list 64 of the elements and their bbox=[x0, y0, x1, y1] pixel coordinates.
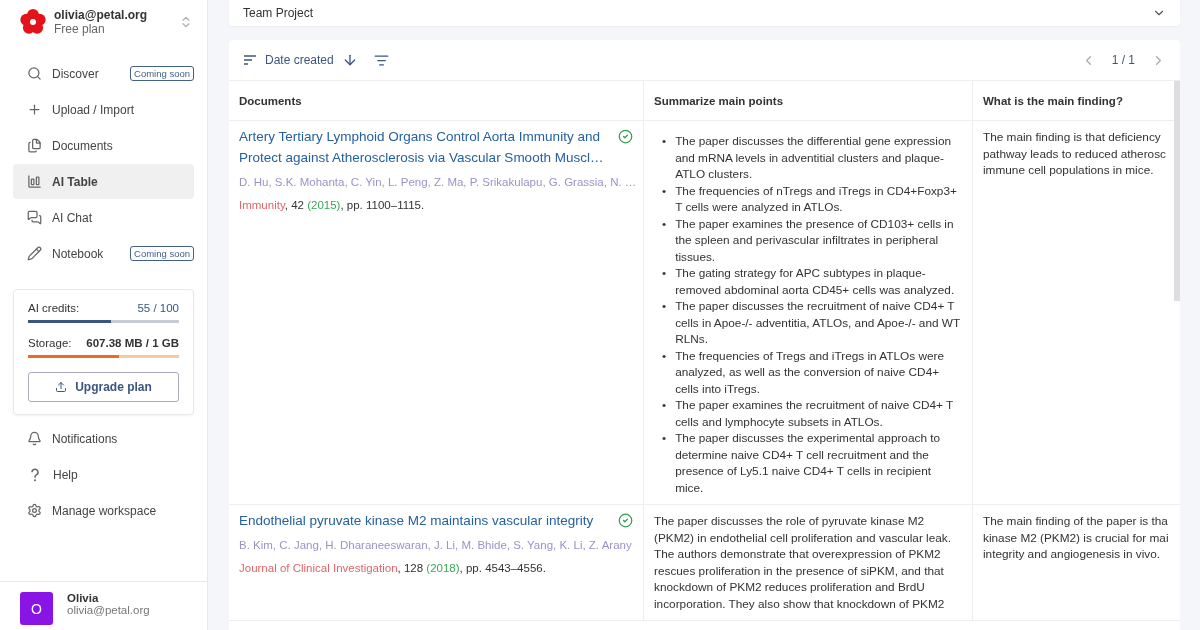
nav-item[interactable]: Manage workspace bbox=[13, 493, 194, 528]
bullet-marker: • bbox=[662, 133, 667, 150]
column-header: Documents bbox=[229, 81, 644, 121]
nav-item[interactable]: Documents bbox=[13, 128, 194, 163]
summary-point: The frequencies of Tregs and iTregs in ATLOs were analyzed, as well as the conversion of naive CD4+ cells into iTregs. bbox=[675, 347, 945, 397]
page-indicator: 1 / 1 bbox=[1111, 53, 1135, 67]
document-authors: B. Kim, C. Jang, H. Dharaneeswaran, J. Li, M. Bhide, S. Yang, K. Li, Z. Arany bbox=[239, 538, 633, 553]
bullet-marker: • bbox=[662, 298, 667, 315]
finding-text: The main finding is that deficiency pathway leads to reduced atherosc immune cell populations in mice. bbox=[983, 129, 1167, 179]
nav-item[interactable]: Discover Coming soon bbox=[13, 56, 194, 91]
nav-icon bbox=[27, 138, 42, 153]
nav-item[interactable]: Notebook Coming soon bbox=[13, 236, 194, 271]
document-citation: Journal of Clinical Investigation, 128 (2018), pp. 4543–4556. bbox=[239, 560, 547, 576]
bullet-marker: • bbox=[662, 430, 667, 447]
upgrade-button[interactable]: Upgrade plan bbox=[28, 372, 179, 402]
credits-label: AI credits: bbox=[28, 302, 80, 314]
nav-icon bbox=[27, 210, 42, 225]
user-avatar[interactable]: O bbox=[20, 592, 53, 625]
nav-item[interactable]: Upload / Import bbox=[13, 92, 194, 127]
nav-item[interactable]: Notifications bbox=[13, 421, 194, 456]
user-email: olivia@petal.org bbox=[67, 604, 150, 616]
sort-label[interactable]: Date created bbox=[265, 53, 334, 67]
bell-icon bbox=[27, 431, 42, 446]
scrollbar[interactable] bbox=[1174, 81, 1180, 301]
summary-point: The paper examines the presence of CD103+ cells in the spleen and perivascular infiltrates in peripheral tissues. bbox=[675, 215, 955, 265]
project-select[interactable]: Team Project bbox=[229, 0, 1180, 26]
nav-item[interactable]: AI Table bbox=[13, 164, 194, 199]
nav-item[interactable]: AI Chat bbox=[13, 200, 194, 235]
document-title[interactable]: Endothelial pyruvate kinase M2 maintains vascular integrity bbox=[239, 510, 608, 531]
document-citation: Immunity, 42 (2015), pp. 1100–1115. bbox=[239, 197, 426, 213]
nav-icon bbox=[27, 66, 42, 81]
nav-icon bbox=[27, 174, 42, 189]
bullet-marker: • bbox=[662, 215, 667, 233]
finding-text: The main finding of the paper is tha kinase M2 (PKM2) is crucial for mai integrity and angiogenesis in vivo. bbox=[983, 513, 1170, 563]
credits-value: 55 / 100 bbox=[137, 302, 179, 314]
bullet-marker: • bbox=[662, 265, 667, 282]
filter-icon[interactable] bbox=[373, 52, 389, 68]
user-name: Olivia bbox=[67, 592, 100, 604]
column-header: Summarize main points bbox=[644, 81, 973, 121]
summary-point: The paper discusses the experimental approach to determine naive CD4+ T cell recruitment and the presence of Ly5.1 naive CD4+ T cells in recipient mice. bbox=[675, 430, 942, 496]
storage-label: Storage: bbox=[28, 337, 72, 349]
bullet-marker: • bbox=[662, 182, 667, 200]
summary-point: The paper examines the recruitment of naive CD4+ T cells and lymphocyte subsets in ATLOs. bbox=[675, 397, 955, 430]
sort-icon[interactable] bbox=[243, 54, 257, 66]
flower-logo bbox=[20, 9, 46, 35]
nav-item[interactable]: Help bbox=[13, 457, 194, 492]
summary-point: The gating strategy for APC subtypes in plaque-removed abdominal aorta CD45+ cells was analyzed. bbox=[675, 265, 956, 298]
bullet-marker: • bbox=[662, 397, 667, 414]
summary-point: The frequencies of nTregs and iTregs in CD4+Foxp3+ T cells were analyzed in ATLOs. bbox=[675, 182, 958, 216]
coming-soon-badge: Coming soon bbox=[130, 246, 194, 261]
gear-icon bbox=[27, 503, 42, 518]
coming-soon-badge: Coming soon bbox=[130, 66, 194, 81]
nav-icon bbox=[27, 102, 42, 117]
summary-point: The paper discusses the recruitment of naive CD4+ T cells in Apoe-/- adventitia, ATLOs, and Apoe-/- and WT RLNs. bbox=[675, 298, 961, 348]
account-plan: Free plan bbox=[54, 22, 106, 36]
document-authors: D. Hu, S.K. Mohanta, C. Yin, L. Peng, Z. Ma, P. Srikakulapu, G. Grassia, N. … bbox=[239, 175, 633, 190]
nav-icon bbox=[27, 246, 42, 261]
document-title[interactable]: Artery Tertiary Lymphoid Organs Control Aorta Immunity and Protect against Atherosclerosis via Vascular Smooth Muscl… bbox=[239, 126, 608, 168]
summary-point: The paper discusses the differential gene expression and mRNA levels in adventitial clusters and plaque-ATLO clusters. bbox=[675, 133, 952, 183]
summary-text: The paper discusses the role of pyruvate kinase M2 (PKM2) in endothelial cell proliferation and vascular leak. The authors demonstrate that overexpression of PKM2 rescues proliferation in the presence of siPKM, and that knockdown of PKM2 reduces proliferation and BrdU incorporation. They also show that knockdown of PKM2 bbox=[654, 513, 953, 612]
bullet-marker: • bbox=[662, 347, 667, 365]
account-email: olivia@petal.org bbox=[54, 8, 149, 22]
upload-icon bbox=[55, 381, 68, 393]
storage-value: 607.38 MB / 1 GB bbox=[86, 337, 179, 349]
